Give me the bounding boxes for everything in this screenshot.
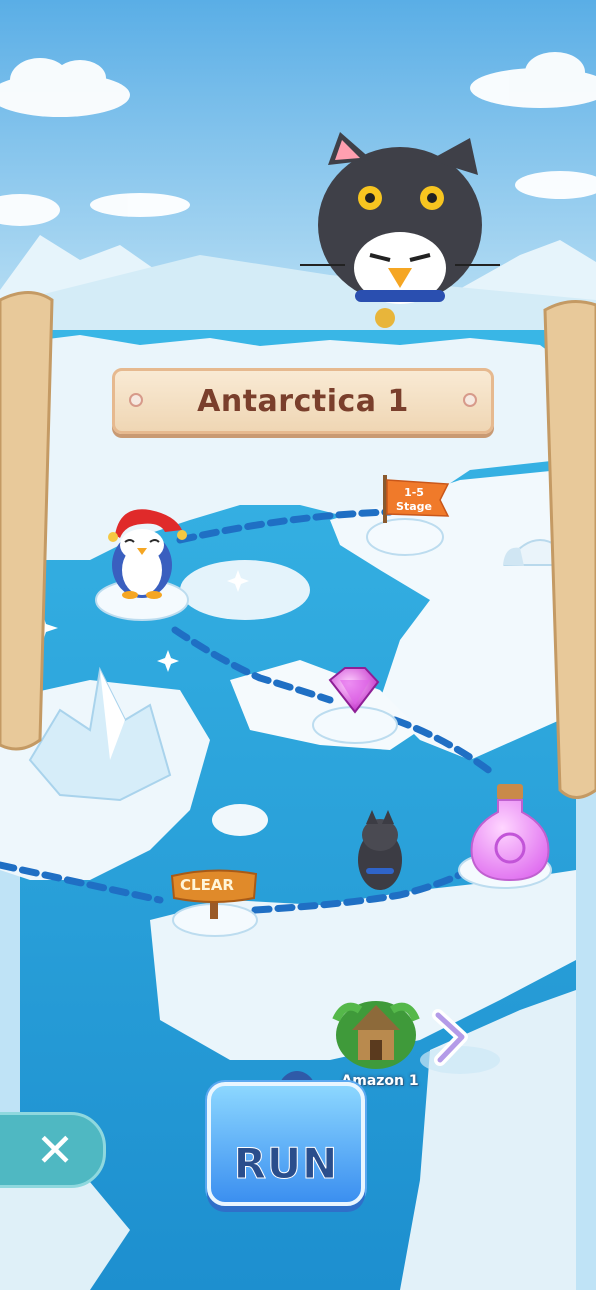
run-button[interactable]: RUN [207, 1082, 365, 1206]
stage-flag-number: 1-5 [404, 486, 424, 499]
rivet-icon [463, 393, 477, 407]
clear-sign-label: CLEAR [180, 876, 234, 894]
next-world-amazon-icon[interactable] [332, 1001, 420, 1069]
rivet-icon [129, 393, 143, 407]
close-icon: ✕ [35, 1123, 75, 1177]
level-title-plaque: Antarctica 1 [112, 368, 494, 434]
run-button-label: RUN [233, 1139, 339, 1189]
close-button[interactable]: ✕ [0, 1112, 106, 1188]
stage-flag-label: Stage [396, 500, 432, 513]
clear-sign: CLEAR [168, 868, 260, 904]
level-title: Antarctica 1 [197, 383, 409, 419]
stage-node[interactable] [366, 518, 444, 556]
